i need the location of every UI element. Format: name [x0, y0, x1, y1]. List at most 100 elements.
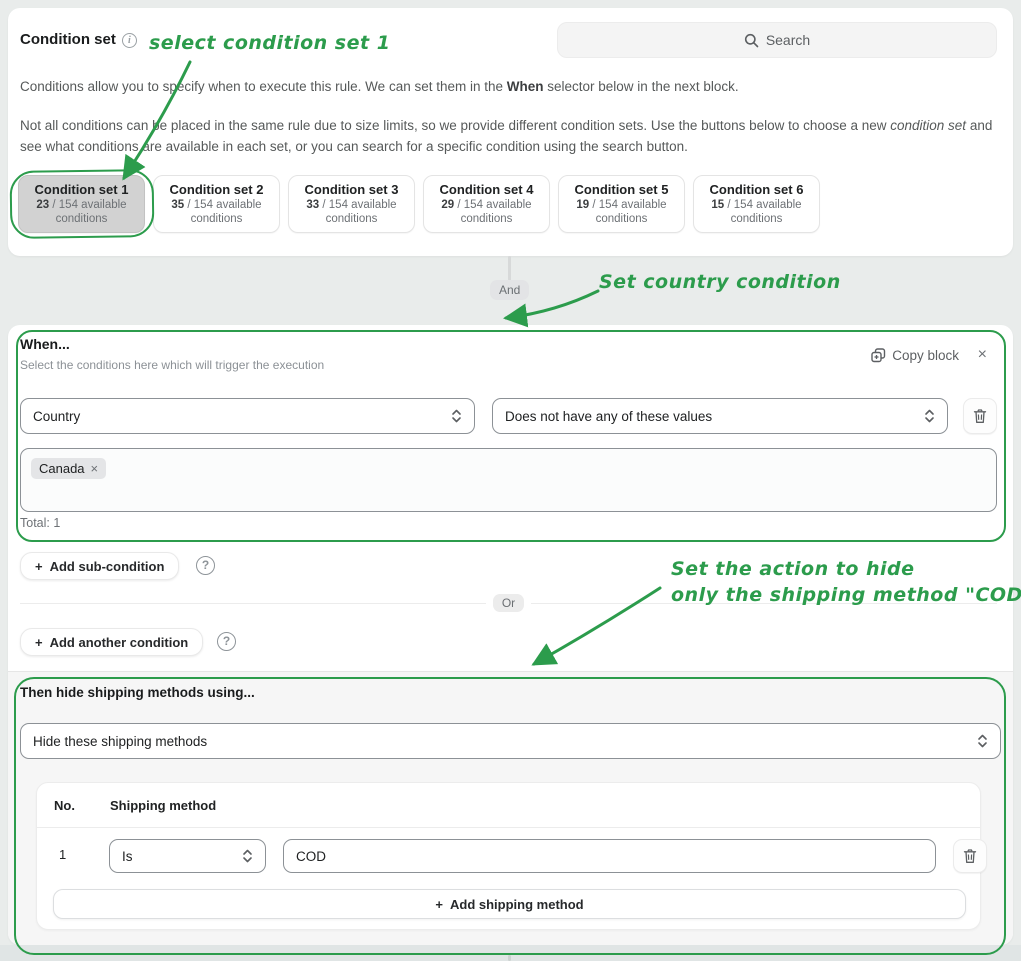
plus-icon: + — [35, 559, 43, 574]
condition-set-3-button[interactable]: Condition set 3 33 / 154 available condi… — [288, 175, 415, 233]
when-subtitle: Select the conditions here which will tr… — [20, 358, 324, 372]
operator-select-value: Does not have any of these values — [505, 409, 924, 424]
add-shipping-method-label: Add shipping method — [450, 897, 584, 912]
then-section: Then hide shipping methods using... Hide… — [8, 672, 1013, 945]
count-suffix: / 154 available — [589, 199, 666, 211]
condition-set-1-button[interactable]: Condition set 1 23 / 154 available condi… — [18, 175, 145, 233]
annotation-line-2: only the shipping method "COD" — [671, 582, 1021, 608]
condition-set-count: 29 / 154 available — [441, 198, 531, 212]
condition-set-label: Condition set 5 — [575, 182, 669, 198]
condition-set-label: Condition set 2 — [170, 182, 264, 198]
page-title: Condition set i — [20, 31, 137, 48]
block-connector-line — [508, 256, 511, 281]
add-another-condition-button[interactable]: + Add another condition — [20, 628, 203, 656]
chevron-updown-icon — [451, 408, 462, 424]
or-badge: Or — [493, 594, 524, 612]
annotation-set-country-condition: Set country condition — [599, 271, 841, 293]
count-line2: conditions — [56, 212, 108, 226]
copy-block-button[interactable]: Copy block — [871, 348, 959, 363]
count-line2: conditions — [461, 212, 513, 226]
annotation-select-condition-set: select condition set 1 — [149, 32, 390, 54]
condition-select[interactable]: Country — [20, 398, 475, 434]
count-line2: conditions — [596, 212, 648, 226]
sets-italic-condition-set: condition set — [890, 118, 966, 133]
shipping-method-input[interactable] — [283, 839, 936, 873]
action-select[interactable]: Hide these shipping methods — [20, 723, 1001, 759]
add-shipping-method-button[interactable]: + Add shipping method — [53, 889, 966, 919]
count: 19 — [576, 199, 589, 211]
condition-set-label: Condition set 6 — [710, 182, 804, 198]
and-badge: And — [490, 280, 529, 300]
intro-text-end: selector below in the next block. — [544, 79, 739, 94]
condition-set-5-button[interactable]: Condition set 5 19 / 154 available condi… — [558, 175, 685, 233]
count-suffix: / 154 available — [184, 199, 261, 211]
condition-set-count: 19 / 154 available — [576, 198, 666, 212]
row-number: 1 — [59, 847, 66, 862]
condition-set-label: Condition set 1 — [35, 182, 129, 198]
intro-text: Conditions allow you to specify when to … — [20, 79, 507, 94]
help-icon[interactable]: ? — [196, 556, 215, 575]
info-icon[interactable]: i — [122, 33, 137, 48]
condition-set-buttons: Condition set 1 23 / 154 available condi… — [18, 175, 820, 233]
method-operator-value: Is — [122, 849, 242, 864]
divider-line — [20, 603, 486, 604]
search-button[interactable]: Search — [557, 22, 997, 58]
intro-bold-when: When — [507, 79, 544, 94]
rule-card: When... Select the conditions here which… — [8, 325, 1013, 945]
condition-set-label: Condition set 3 — [305, 182, 399, 198]
help-icon[interactable]: ? — [217, 632, 236, 651]
copy-block-label: Copy block — [892, 348, 959, 363]
condition-set-count: 23 / 154 available — [36, 198, 126, 212]
action-select-value: Hide these shipping methods — [33, 734, 977, 749]
column-header-no: No. — [54, 798, 75, 813]
condition-set-4-button[interactable]: Condition set 4 29 / 154 available condi… — [423, 175, 550, 233]
annotation-line-1: Set the action to hide — [671, 556, 1021, 582]
plus-icon: + — [435, 897, 443, 912]
operator-select[interactable]: Does not have any of these values — [492, 398, 948, 434]
column-header-method: Shipping method — [110, 798, 216, 813]
intro-paragraph: Conditions allow you to specify when to … — [20, 76, 1005, 97]
page: Condition set i Search Conditions allow y… — [0, 0, 1021, 961]
total-label: Total: 1 — [20, 516, 60, 530]
then-title: Then hide shipping methods using... — [20, 685, 255, 700]
condition-set-6-button[interactable]: Condition set 6 15 / 154 available condi… — [693, 175, 820, 233]
count-line2: conditions — [326, 212, 378, 226]
count-line2: conditions — [191, 212, 243, 226]
count-suffix: / 154 available — [454, 199, 531, 211]
value-chip-canada: Canada × — [31, 458, 106, 479]
add-sub-condition-label: Add sub-condition — [50, 559, 165, 574]
count-suffix: / 154 available — [724, 199, 801, 211]
condition-select-value: Country — [33, 409, 451, 424]
condition-set-count: 35 / 154 available — [171, 198, 261, 212]
count: 35 — [171, 199, 184, 211]
when-title: When... — [20, 336, 70, 352]
condition-set-count: 33 / 154 available — [306, 198, 396, 212]
trash-icon — [963, 849, 977, 864]
chip-label: Canada — [39, 461, 85, 476]
count-line2: conditions — [731, 212, 783, 226]
count: 15 — [711, 199, 724, 211]
delete-condition-button[interactable] — [963, 398, 997, 434]
condition-set-label: Condition set 4 — [440, 182, 534, 198]
search-label: Search — [766, 32, 810, 48]
condition-set-count: 15 / 154 available — [711, 198, 801, 212]
add-sub-condition-button[interactable]: + Add sub-condition — [20, 552, 179, 580]
count: 23 — [36, 199, 49, 211]
page-title-text: Condition set — [20, 31, 116, 48]
close-icon[interactable]: × — [978, 346, 987, 364]
shipping-methods-table: No. Shipping method 1 Is — [36, 782, 981, 930]
delete-method-button[interactable] — [953, 839, 987, 873]
chevron-updown-icon — [924, 408, 935, 424]
method-operator-select[interactable]: Is — [109, 839, 266, 873]
count: 33 — [306, 199, 319, 211]
chevron-updown-icon — [242, 848, 253, 864]
annotation-set-action: Set the action to hide only the shipping… — [671, 556, 1021, 608]
chip-remove-icon[interactable]: × — [91, 463, 99, 475]
trash-icon — [973, 409, 987, 424]
condition-values-input[interactable]: Canada × — [20, 448, 997, 512]
condition-set-2-button[interactable]: Condition set 2 35 / 154 available condi… — [153, 175, 280, 233]
add-another-condition-label: Add another condition — [50, 635, 189, 650]
sets-paragraph: Not all conditions can be placed in the … — [20, 115, 1005, 157]
count: 29 — [441, 199, 454, 211]
chevron-updown-icon — [977, 733, 988, 749]
